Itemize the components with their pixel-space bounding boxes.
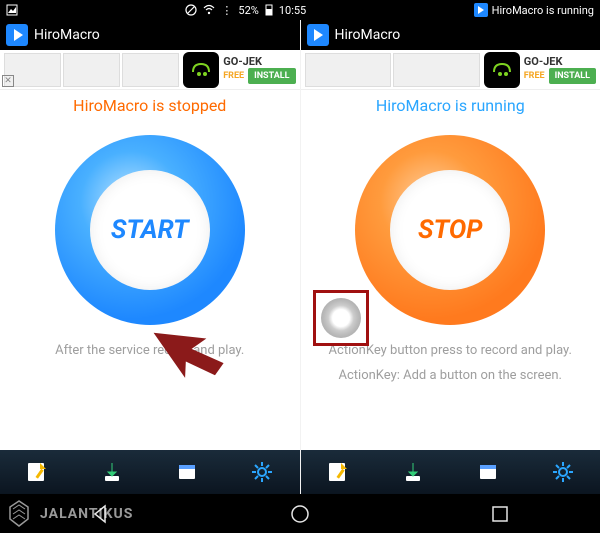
- battery-pct: 52%: [238, 4, 258, 17]
- gojek-app-icon: [484, 52, 520, 88]
- nav-back-button[interactable]: [82, 496, 118, 532]
- nav-home-button[interactable]: [282, 496, 318, 532]
- ad-text: GO-JEK FREE INSTALL: [223, 55, 295, 84]
- settings-icon[interactable]: [248, 458, 276, 486]
- notification-text: HiroMacro is running: [492, 4, 594, 17]
- service-status: HiroMacro is stopped: [73, 96, 226, 115]
- app-icon: [6, 24, 28, 46]
- ad-banner[interactable]: ✕ GO-JEK FREE INSTALL: [0, 50, 300, 90]
- no-sim-icon: [185, 4, 197, 16]
- main-area: HiroMacro is running STOP ActionKey butt…: [301, 90, 600, 450]
- edit-icon[interactable]: [324, 458, 352, 486]
- ad-close-icon[interactable]: ✕: [2, 75, 14, 87]
- clock: 10:55: [279, 4, 306, 17]
- app-icon: [307, 24, 329, 46]
- gallery-status-icon: [6, 4, 18, 16]
- ad-install-button[interactable]: INSTALL: [549, 68, 596, 84]
- bottom-toolbar: [301, 450, 600, 494]
- gojek-app-icon: [183, 52, 219, 88]
- window-icon[interactable]: [474, 458, 502, 486]
- ad-app-name: GO-JEK: [223, 55, 262, 68]
- ad-banner[interactable]: GO-JEK FREE INSTALL: [301, 50, 600, 90]
- android-status-bar: ⋮ 52% 10:55 HiroMacro is running: [0, 0, 600, 20]
- settings-icon[interactable]: [549, 458, 577, 486]
- actionkey-floating-button[interactable]: [313, 290, 369, 346]
- ad-free-label: FREE: [524, 71, 545, 81]
- hint-text-2: ActionKey: Add a button on the screen.: [331, 368, 571, 383]
- ad-thumbnails: [4, 53, 179, 87]
- stop-button[interactable]: STOP: [355, 135, 545, 325]
- app-title: HiroMacro: [34, 27, 100, 43]
- edit-icon[interactable]: [23, 458, 51, 486]
- ad-free-label: FREE: [223, 71, 244, 81]
- actionkey-knob-icon: [321, 298, 361, 338]
- android-nav-bar: JALANTIKUS: [0, 494, 600, 533]
- ad-text: GO-JEK FREE INSTALL: [524, 55, 596, 84]
- wifi-icon: [203, 4, 215, 16]
- pane-running: HiroMacro GO-JEK FREE INSTALL HiroMacro …: [300, 20, 600, 494]
- download-icon[interactable]: [399, 458, 427, 486]
- service-status: HiroMacro is running: [376, 96, 525, 115]
- window-icon[interactable]: [173, 458, 201, 486]
- status-separator: ⋮: [221, 4, 232, 17]
- pane-stopped: HiroMacro ✕ GO-JEK FREE INSTALL HiroMacr…: [0, 20, 300, 494]
- battery-icon: [265, 4, 273, 16]
- main-area: HiroMacro is stopped START After the ser…: [0, 90, 300, 450]
- ad-install-button[interactable]: INSTALL: [248, 68, 295, 84]
- ad-app-name: GO-JEK: [524, 55, 563, 68]
- start-button-label: START: [90, 170, 210, 290]
- start-button[interactable]: START: [55, 135, 245, 325]
- download-icon[interactable]: [98, 458, 126, 486]
- app-title-bar: HiroMacro: [0, 20, 300, 50]
- bottom-toolbar: [0, 450, 300, 494]
- app-title: HiroMacro: [335, 27, 401, 43]
- ad-thumbnails: [305, 53, 480, 87]
- stop-button-label: STOP: [390, 170, 510, 290]
- nav-recent-button[interactable]: [482, 496, 518, 532]
- app-title-bar: HiroMacro: [301, 20, 600, 50]
- hiromacro-notification-icon: [474, 3, 488, 17]
